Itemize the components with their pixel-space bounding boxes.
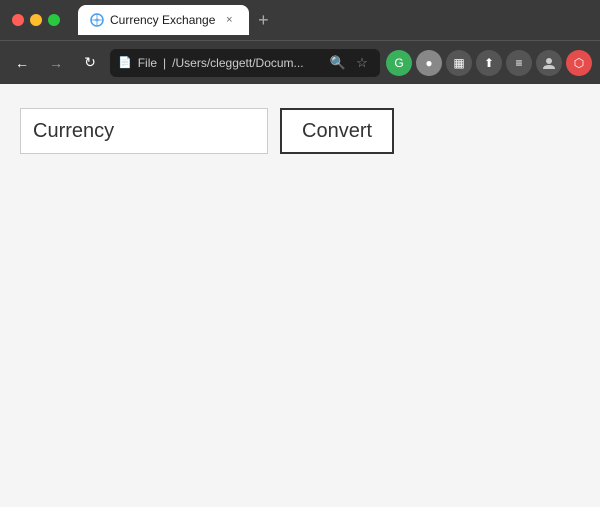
tab-bar: Currency Exchange × + [78, 5, 588, 35]
convert-button[interactable]: Convert [280, 108, 394, 154]
refresh-button[interactable]: ↻ [76, 49, 104, 77]
g-icon-button[interactable]: G [386, 50, 412, 76]
circle-icon-button[interactable]: ● [416, 50, 442, 76]
menu-icon-button[interactable]: ≡ [506, 50, 532, 76]
tab-title: Currency Exchange [110, 13, 215, 27]
url-separator: | [163, 56, 166, 70]
share-icon-button[interactable]: ⬆ [476, 50, 502, 76]
minimize-button[interactable] [30, 14, 42, 26]
url-prefix: File [138, 56, 157, 70]
file-icon: 📄 [118, 56, 132, 69]
extension-icon-button[interactable]: ⬡ [566, 50, 592, 76]
user-icon-button[interactable] [536, 50, 562, 76]
close-button[interactable] [12, 14, 24, 26]
address-actions: 🔍 ☆ [328, 53, 372, 73]
page-content: Convert [0, 84, 600, 507]
currency-input[interactable] [20, 108, 268, 154]
address-bar[interactable]: 📄 File | /Users/cleggett/Docum... 🔍 ☆ [110, 49, 380, 77]
new-tab-button[interactable]: + [249, 6, 277, 34]
form-area: Convert [20, 108, 580, 154]
nav-right-icons: G ● ▦ ⬆ ≡ ⬡ [386, 50, 592, 76]
maximize-button[interactable] [48, 14, 60, 26]
nav-bar: ← → ↻ 📄 File | /Users/cleggett/Docum... … [0, 40, 600, 84]
title-bar: Currency Exchange × + [0, 0, 600, 40]
traffic-lights [12, 14, 60, 26]
forward-button[interactable]: → [42, 49, 70, 77]
active-tab[interactable]: Currency Exchange × [78, 5, 249, 35]
tab-close-button[interactable]: × [221, 12, 237, 28]
tab-favicon [90, 13, 104, 27]
bookmark-button[interactable]: ☆ [352, 53, 372, 73]
back-button[interactable]: ← [8, 49, 36, 77]
url-text: /Users/cleggett/Docum... [172, 56, 303, 70]
grid-icon-button[interactable]: ▦ [446, 50, 472, 76]
browser-chrome: Currency Exchange × + ← → ↻ 📄 File | /Us… [0, 0, 600, 84]
search-address-button[interactable]: 🔍 [328, 53, 348, 73]
